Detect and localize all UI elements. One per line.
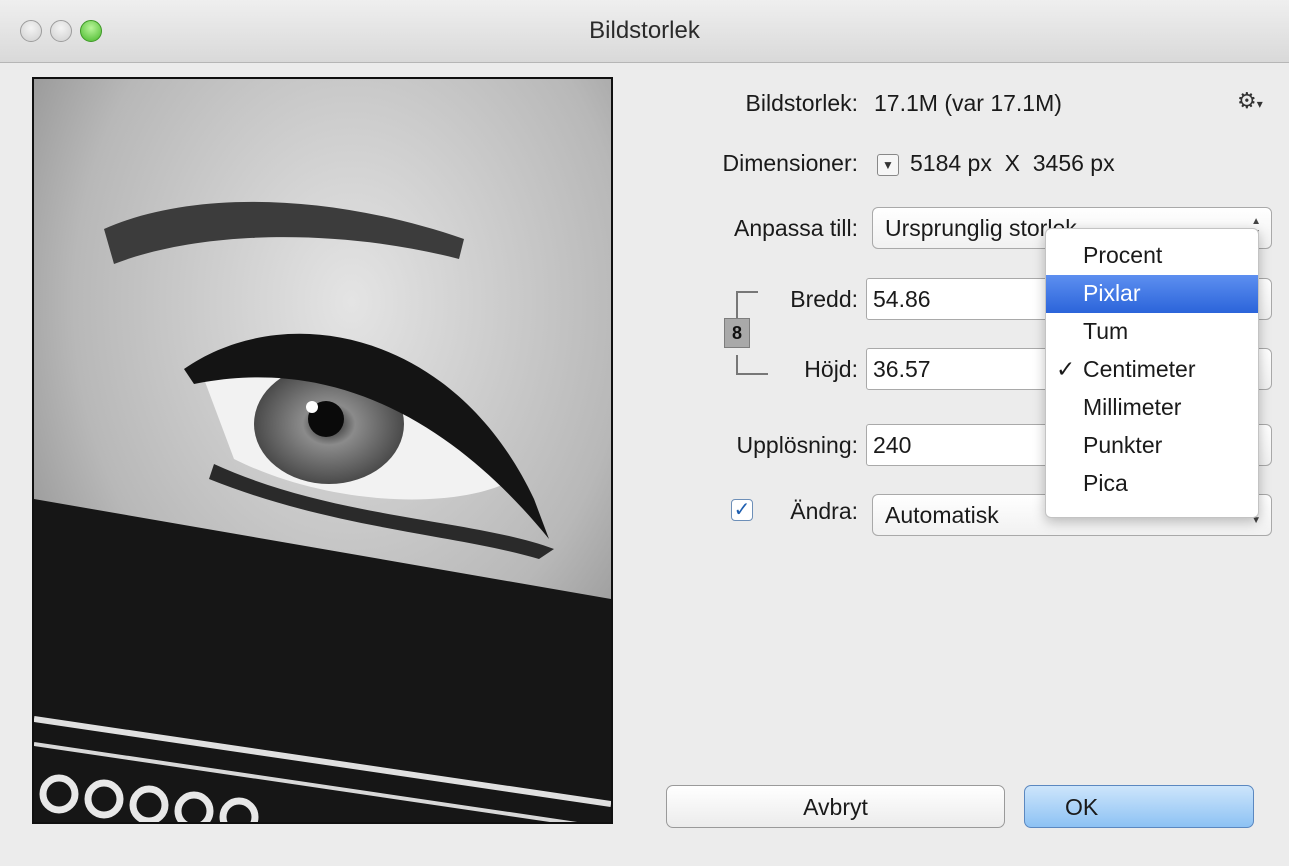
unit-dropdown-menu: Procent Pixlar Tum ✓ Centimeter Millimet… bbox=[1045, 228, 1259, 518]
menu-item-pica[interactable]: Pica bbox=[1046, 465, 1258, 503]
triangle-down-icon[interactable]: ▼ bbox=[877, 154, 899, 176]
dimensions-label: Dimensioner: bbox=[722, 150, 859, 176]
resample-label: Ändra: bbox=[790, 498, 858, 524]
height-label: Höjd: bbox=[804, 356, 858, 382]
title-bar: Bildstorlek bbox=[0, 0, 1289, 63]
preview-photo bbox=[34, 79, 611, 822]
gear-icon[interactable]: ⚙▾ bbox=[1237, 88, 1263, 114]
width-input[interactable]: 54.86 bbox=[866, 278, 1056, 320]
menu-item-punkter[interactable]: Punkter bbox=[1046, 427, 1258, 465]
image-preview[interactable] bbox=[32, 77, 613, 824]
menu-item-tum[interactable]: Tum bbox=[1046, 313, 1258, 351]
width-label: Bredd: bbox=[790, 286, 858, 312]
resample-value: Automatisk bbox=[885, 502, 999, 528]
menu-item-pixlar[interactable]: Pixlar bbox=[1046, 275, 1258, 313]
height-input[interactable]: 36.57 bbox=[866, 348, 1056, 390]
resolution-label: Upplösning: bbox=[736, 432, 858, 458]
menu-item-procent[interactable]: Procent bbox=[1046, 237, 1258, 275]
window-title: Bildstorlek bbox=[589, 17, 700, 44]
cancel-button[interactable]: Avbryt bbox=[666, 785, 1005, 828]
image-size-value: 17.1M (var 17.1M) bbox=[874, 90, 1062, 116]
checkmark-icon: ✓ bbox=[1056, 356, 1076, 382]
image-size-label: Bildstorlek: bbox=[745, 90, 858, 116]
chain-link-icon[interactable]: 8 bbox=[724, 318, 750, 348]
menu-item-centimeter[interactable]: ✓ Centimeter bbox=[1046, 351, 1258, 389]
ok-button[interactable]: OK bbox=[1024, 785, 1254, 828]
fit-to-label: Anpassa till: bbox=[733, 215, 858, 241]
resample-checkbox[interactable]: ✓ bbox=[731, 499, 753, 521]
dimensions-value: 5184 px X 3456 px bbox=[910, 150, 1115, 176]
resolution-input[interactable]: 240 bbox=[866, 424, 1056, 466]
menu-item-millimeter[interactable]: Millimeter bbox=[1046, 389, 1258, 427]
